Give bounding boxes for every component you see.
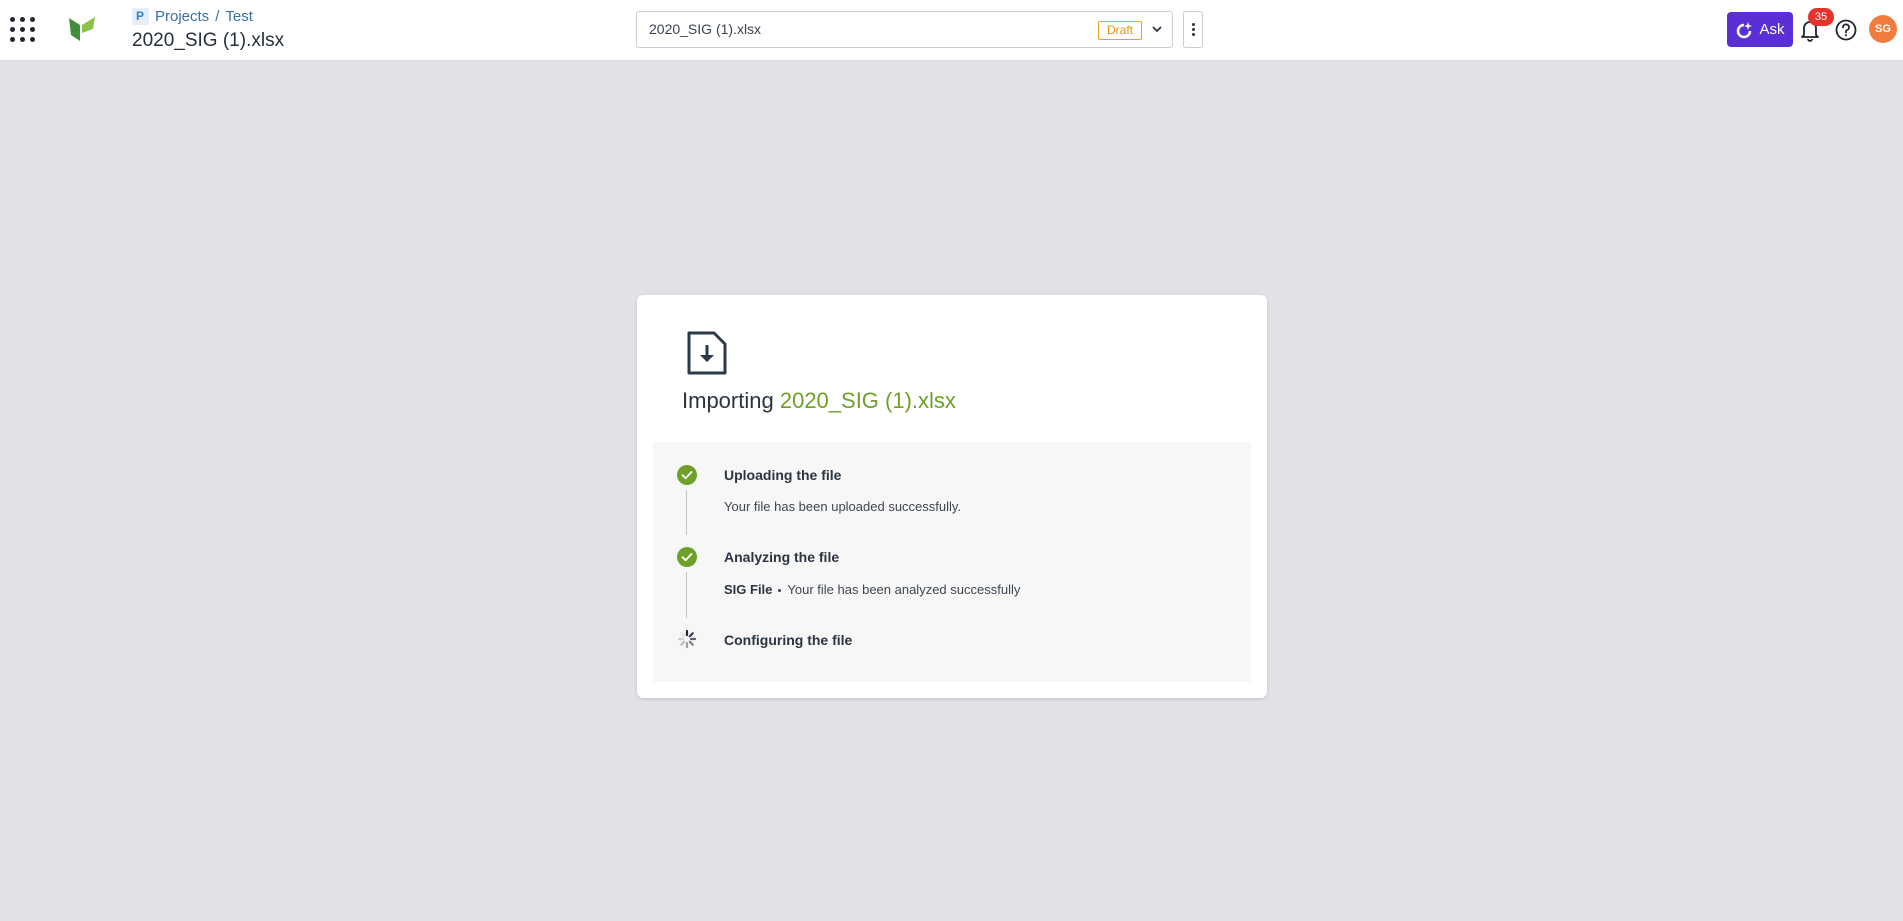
status-badge: Draft — [1097, 21, 1142, 40]
spinner-icon — [677, 629, 697, 649]
step-uploading-description: Your file has been uploaded successfully… — [724, 499, 962, 514]
ask-ai-icon — [1737, 21, 1753, 38]
help-icon[interactable] — [1834, 18, 1858, 42]
apps-grid-icon[interactable] — [10, 17, 35, 42]
step-uploading-title: Uploading the file — [724, 467, 842, 483]
file-version-select[interactable]: 2020_SIG (1).xlsx Draft — [636, 11, 1173, 48]
ask-button[interactable]: Ask — [1727, 12, 1793, 47]
top-bar: P Projects / Test 2020_SIG (1).xlsx 2020… — [0, 0, 1903, 61]
import-file-name: 2020_SIG (1).xlsx — [779, 388, 956, 413]
dot-separator — [778, 589, 782, 593]
import-steps: Uploading the file Your file has been up… — [653, 442, 1251, 682]
import-title: Importing 2020_SIG (1).xlsx — [682, 388, 956, 414]
step-analyzing-description: SIG File Your file has been analyzed succ… — [724, 582, 1020, 597]
step-connector — [686, 572, 687, 618]
notification-count-badge: 35 — [1808, 8, 1834, 26]
check-circle-icon — [677, 465, 697, 485]
step-analyzing-message: Your file has been analyzed successfully — [787, 582, 1021, 597]
ask-button-label: Ask — [1759, 21, 1785, 38]
file-select-value: 2020_SIG (1).xlsx — [649, 21, 762, 37]
check-circle-icon — [677, 547, 697, 567]
file-type-tag: SIG File — [724, 582, 773, 597]
step-connector — [686, 490, 687, 535]
avatar[interactable]: SG — [1869, 15, 1897, 43]
project-icon: P — [132, 8, 149, 25]
more-vertical-icon[interactable] — [1183, 11, 1203, 48]
step-configuring-title: Configuring the file — [724, 632, 853, 648]
import-title-prefix: Importing — [682, 388, 774, 413]
breadcrumb-separator: / — [215, 8, 220, 25]
chevron-down-icon[interactable] — [1150, 22, 1164, 36]
leaf-logo-icon[interactable] — [68, 15, 96, 43]
page-title: 2020_SIG (1).xlsx — [132, 30, 285, 51]
file-import-icon — [687, 331, 727, 375]
breadcrumb-projects-link[interactable]: Projects — [155, 8, 209, 25]
breadcrumb: P Projects / Test — [132, 8, 253, 25]
step-analyzing-title: Analyzing the file — [724, 549, 840, 565]
breadcrumb-project-link[interactable]: Test — [225, 8, 253, 25]
import-card: Importing 2020_SIG (1).xlsx Uploading th… — [637, 295, 1267, 698]
